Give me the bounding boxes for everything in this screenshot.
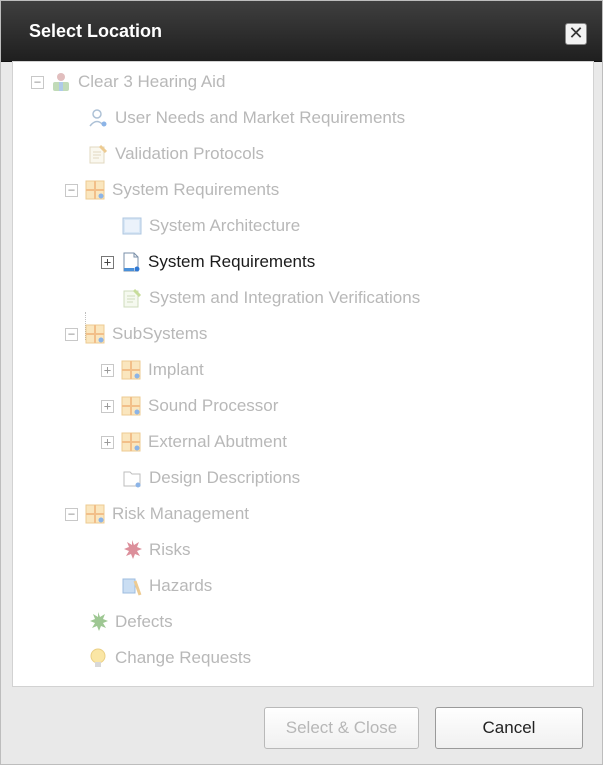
tree-item-label: Validation Protocols bbox=[115, 144, 264, 163]
tree-item-implant[interactable]: + Implant bbox=[101, 356, 204, 384]
validation-icon bbox=[87, 143, 109, 165]
tree-item-label: Design Descriptions bbox=[149, 468, 301, 487]
select-location-dialog: Select Location ✕ − Clear 3 Hearing Aid … bbox=[0, 0, 603, 765]
architecture-icon bbox=[121, 215, 143, 237]
tree-item-system-requirements-folder[interactable]: − System Requirements bbox=[65, 176, 279, 204]
tree-item-design-descriptions[interactable]: Design Descriptions bbox=[121, 464, 300, 492]
collapse-toggle[interactable]: − bbox=[65, 507, 78, 521]
folder-grid-icon bbox=[84, 323, 106, 345]
folder-grid-icon bbox=[120, 359, 142, 381]
tree-item-validation-protocols[interactable]: Validation Protocols bbox=[87, 140, 264, 168]
cancel-button[interactable]: Cancel bbox=[435, 707, 583, 749]
folder-grid-icon bbox=[120, 395, 142, 417]
tree-item-system-requirements-document[interactable]: + System Requirements bbox=[101, 248, 315, 276]
document-icon bbox=[120, 251, 142, 273]
collapse-toggle[interactable]: − bbox=[31, 75, 44, 89]
user-needs-icon bbox=[87, 107, 109, 129]
folder-grid-icon bbox=[84, 179, 106, 201]
tree-item-label: System Requirements bbox=[148, 252, 316, 271]
select-close-button[interactable]: Select & Close bbox=[264, 707, 419, 749]
tree-item-system-architecture[interactable]: System Architecture bbox=[121, 212, 300, 240]
tree-item-risk-management[interactable]: − Risk Management bbox=[65, 500, 249, 528]
tree-item-user-needs[interactable]: User Needs and Market Requirements bbox=[87, 104, 405, 132]
tree-item-label: Implant bbox=[148, 360, 204, 379]
close-icon[interactable]: ✕ bbox=[565, 23, 587, 45]
dialog-title: Select Location bbox=[29, 21, 163, 41]
folder-grid-icon bbox=[84, 503, 106, 525]
lightbulb-icon bbox=[87, 647, 109, 669]
product-icon bbox=[50, 71, 72, 93]
tree-item-external-abutment[interactable]: + External Abutment bbox=[101, 428, 287, 456]
expand-toggle[interactable]: + bbox=[101, 363, 114, 377]
collapse-toggle[interactable]: − bbox=[65, 183, 78, 197]
expand-toggle[interactable]: + bbox=[101, 399, 114, 413]
tree-item-label: System Requirements bbox=[112, 180, 280, 199]
tree-item-label: SubSystems bbox=[112, 324, 208, 343]
dialog-titlebar: Select Location ✕ bbox=[1, 1, 602, 62]
expand-toggle[interactable]: + bbox=[101, 435, 114, 449]
tree-item-label: System Architecture bbox=[149, 216, 301, 235]
tree-item-sound-processor[interactable]: + Sound Processor bbox=[101, 392, 278, 420]
tree-item-change-requests[interactable]: Change Requests bbox=[87, 644, 251, 672]
expand-toggle[interactable]: + bbox=[101, 255, 114, 269]
defect-icon bbox=[87, 611, 109, 633]
tree-item-label: System and Integration Verifications bbox=[149, 288, 421, 307]
tree-item-system-integration-verifications[interactable]: System and Integration Verifications bbox=[121, 284, 420, 312]
verification-icon bbox=[121, 287, 143, 309]
folder-grid-icon bbox=[120, 431, 142, 453]
tree-item-label: Clear 3 Hearing Aid bbox=[78, 72, 226, 91]
tree-item-label: Sound Processor bbox=[148, 396, 279, 415]
tree-item-label: User Needs and Market Requirements bbox=[115, 108, 406, 127]
tree-item-risks[interactable]: Risks bbox=[121, 536, 191, 564]
tree-item-label: Change Requests bbox=[115, 648, 252, 667]
collapse-toggle[interactable]: − bbox=[65, 327, 78, 341]
tree-item-defects[interactable]: Defects bbox=[87, 608, 173, 636]
design-icon bbox=[121, 467, 143, 489]
tree-item-clear-3-hearing-aid[interactable]: − Clear 3 Hearing Aid bbox=[31, 68, 225, 96]
tree-item-label: Risks bbox=[149, 540, 191, 559]
tree-item-label: External Abutment bbox=[148, 432, 287, 451]
tree-item-subsystems[interactable]: − SubSystems bbox=[65, 320, 207, 348]
hazard-icon bbox=[121, 575, 143, 597]
location-tree: − Clear 3 Hearing Aid User Needs and Mar… bbox=[12, 61, 594, 687]
tree-item-hazards[interactable]: Hazards bbox=[121, 572, 212, 600]
risk-icon bbox=[121, 539, 143, 561]
tree-item-label: Hazards bbox=[149, 576, 213, 595]
tree-item-label: Risk Management bbox=[112, 504, 250, 523]
tree-item-label: Defects bbox=[115, 612, 173, 631]
